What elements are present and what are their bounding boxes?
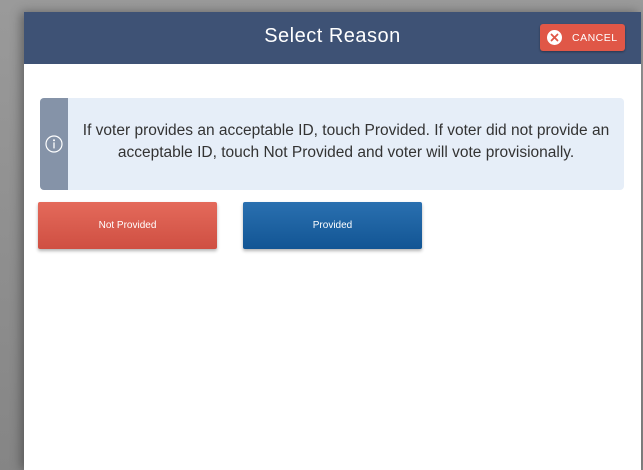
not-provided-button[interactable]: Not Provided <box>38 202 217 249</box>
provided-button[interactable]: Provided <box>243 202 422 249</box>
select-reason-dialog: Select Reason CANCEL If voter provides a… <box>24 12 641 470</box>
cancel-button[interactable]: CANCEL <box>540 24 625 51</box>
info-message-text: If voter provides an acceptable ID, touc… <box>82 122 610 161</box>
dialog-header: Select Reason CANCEL <box>24 12 641 64</box>
info-message-box: If voter provides an acceptable ID, touc… <box>40 98 624 190</box>
info-icon <box>45 135 63 153</box>
info-strip <box>40 98 68 190</box>
close-circle-icon <box>547 30 562 45</box>
cancel-label: CANCEL <box>572 31 618 44</box>
